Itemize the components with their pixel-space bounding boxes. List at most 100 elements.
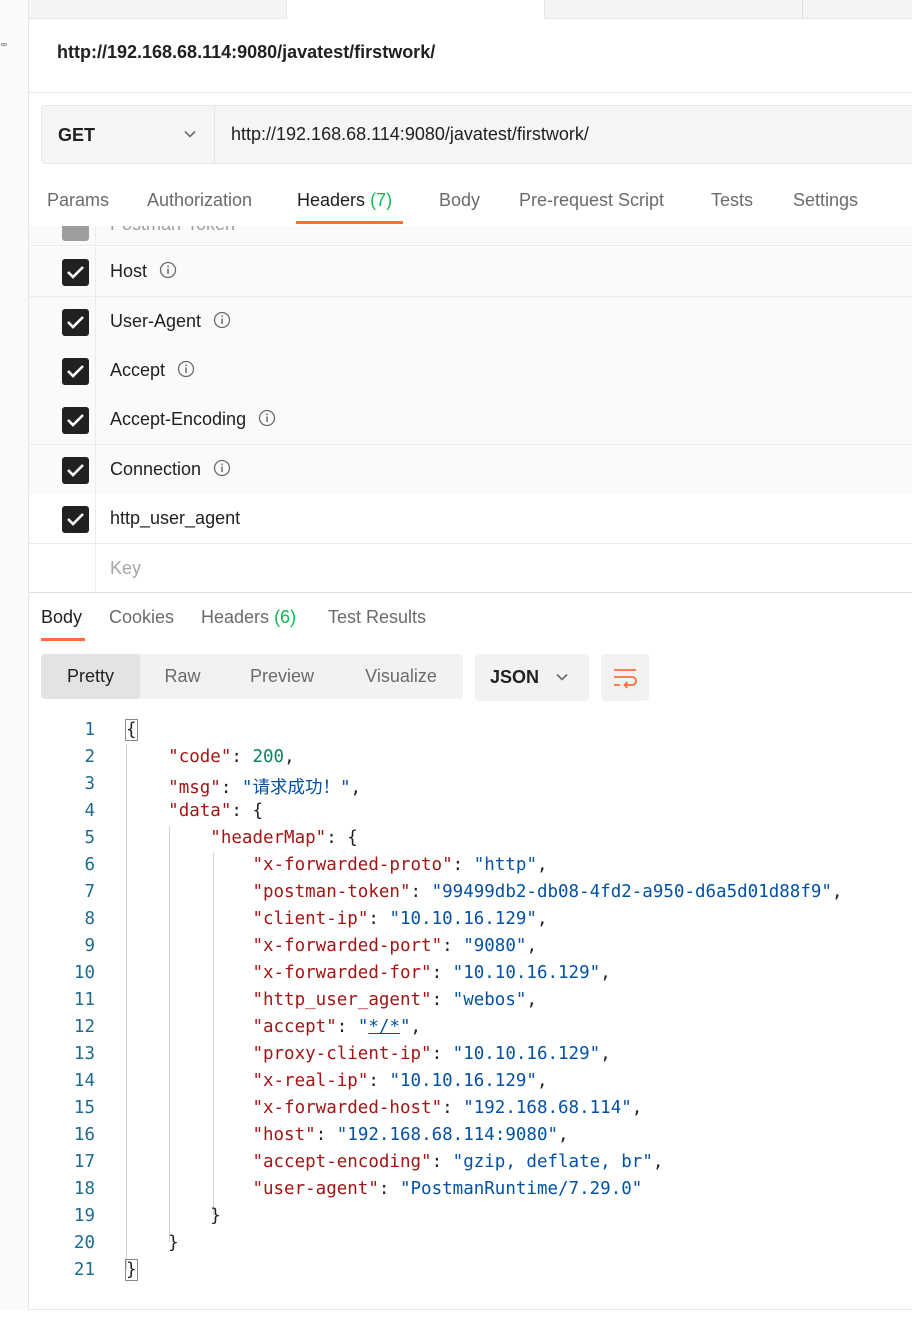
- line-number: 3: [84, 774, 95, 794]
- response-tab-test-results[interactable]: Test Results: [328, 607, 426, 628]
- line-number: 10: [73, 963, 95, 983]
- tab-authorization[interactable]: Authorization: [147, 190, 252, 211]
- checkbox-cell: [29, 346, 96, 395]
- checkbox-cell: [29, 544, 96, 592]
- divider: [29, 1309, 912, 1310]
- url-input[interactable]: http://192.168.68.114:9080/javatest/firs…: [231, 124, 589, 145]
- header-key-label[interactable]: Accept: [110, 360, 165, 380]
- json-value: 10.10.16.129: [399, 1071, 527, 1091]
- checkbox-checked-icon[interactable]: [62, 259, 89, 286]
- response-body-code[interactable]: 1 2 3 4 5 6 7 8 9 10 11 12 13 14 15 16 1…: [29, 716, 912, 1296]
- view-mode-preview[interactable]: Preview: [234, 654, 330, 699]
- code-line: "msg": "请求成功！",: [168, 778, 362, 798]
- header-map-entry: "proxy-client-ip": "10.10.16.129",: [252, 1044, 611, 1064]
- header-key: Connection: [110, 459, 231, 480]
- header-key-label[interactable]: Accept-Encoding: [110, 409, 246, 429]
- header-row: Accept: [29, 346, 912, 396]
- more-icon[interactable]: °°: [0, 40, 7, 54]
- format-select[interactable]: JSON: [475, 654, 589, 701]
- code-line: }: [125, 1259, 138, 1281]
- divider: [29, 592, 912, 593]
- json-value-link[interactable]: PostmanRuntime/7.29.0: [411, 1179, 632, 1199]
- json-key: postman-token: [262, 882, 400, 902]
- json-key: x-forwarded-host: [262, 1098, 432, 1118]
- code-line: {: [125, 719, 138, 741]
- json-key: x-real-ip: [262, 1071, 358, 1091]
- info-icon[interactable]: [258, 409, 276, 427]
- response-tab-body[interactable]: Body: [41, 607, 82, 628]
- chevron-down-icon: [184, 130, 196, 138]
- header-key[interactable]: Postman-Token: [110, 226, 235, 235]
- line-number: 16: [73, 1125, 95, 1145]
- header-key-label[interactable]: User-Agent: [110, 311, 201, 331]
- method-label: GET: [58, 125, 96, 145]
- header-map-entry: "user-agent": "PostmanRuntime/7.29.0": [252, 1179, 643, 1199]
- json-value-msg: 请求成功！: [252, 778, 340, 798]
- line-number: 18: [73, 1179, 95, 1199]
- line-number: 2: [84, 747, 95, 767]
- checkbox-checked-icon[interactable]: [62, 407, 89, 434]
- header-row: Host: [29, 247, 912, 297]
- line-number: 13: [73, 1044, 95, 1064]
- json-value: 10.10.16.129: [463, 1044, 590, 1064]
- header-key-label[interactable]: Host: [110, 261, 147, 281]
- checkbox-checked-icon[interactable]: [62, 309, 89, 336]
- code-line: "data": {: [168, 801, 263, 821]
- json-value-link[interactable]: */*: [368, 1017, 400, 1037]
- tab-tests[interactable]: Tests: [711, 190, 753, 211]
- code-line: "code": 200,: [168, 747, 295, 767]
- view-mode-group: Pretty Raw Preview Visualize: [41, 654, 463, 699]
- checkbox-checked-icon[interactable]: [62, 506, 89, 533]
- wrap-lines-button[interactable]: [601, 654, 649, 701]
- line-number: 9: [84, 936, 95, 956]
- line-number: 5: [84, 828, 95, 848]
- tab-headers-count: (7): [370, 190, 393, 210]
- header-map-entry: "x-forwarded-proto": "http",: [252, 855, 548, 875]
- json-value: 10.10.16.129: [399, 909, 527, 929]
- header-map-entry: "x-real-ip": "10.10.16.129",: [252, 1071, 548, 1091]
- header-row: Accept-Encoding: [29, 395, 912, 445]
- info-icon[interactable]: [213, 311, 231, 329]
- method-select[interactable]: GET: [42, 106, 215, 163]
- new-header-key-input[interactable]: Key: [110, 558, 141, 579]
- json-key: accept-encoding: [262, 1152, 422, 1172]
- view-mode-pretty[interactable]: Pretty: [41, 654, 140, 699]
- checkbox-cell: [29, 297, 96, 346]
- checkbox-checked-icon[interactable]: [62, 457, 89, 484]
- header-row-new: Key: [29, 544, 912, 592]
- view-mode-raw[interactable]: Raw: [145, 654, 220, 699]
- request-title[interactable]: http://192.168.68.114:9080/javatest/firs…: [57, 42, 435, 63]
- json-key: host: [262, 1125, 306, 1145]
- response-tab-cookies[interactable]: Cookies: [109, 607, 174, 628]
- header-row: Connection: [29, 445, 912, 495]
- header-map-entry: "accept": "*/*",: [252, 1017, 422, 1037]
- headers-table: Postman-Token Host User-Agent Accept Acc…: [29, 226, 912, 592]
- active-request-tab[interactable]: [286, 0, 545, 19]
- line-number: 14: [73, 1071, 95, 1091]
- response-tab-headers[interactable]: Headers (6): [201, 607, 296, 628]
- url-bar: GET http://192.168.68.114:9080/javatest/…: [41, 105, 912, 164]
- checkbox-cell: [29, 494, 96, 543]
- view-mode-visualize[interactable]: Visualize: [346, 654, 456, 699]
- line-number: 17: [73, 1152, 95, 1172]
- header-key-label[interactable]: Connection: [110, 459, 201, 479]
- info-icon[interactable]: [213, 459, 231, 477]
- checkbox-checked-icon[interactable]: [62, 226, 89, 241]
- info-icon[interactable]: [177, 360, 195, 378]
- line-number: 8: [84, 909, 95, 929]
- header-map-entry: "accept-encoding": "gzip, deflate, br",: [252, 1152, 664, 1172]
- code-line: "headerMap": {: [210, 828, 358, 848]
- header-key[interactable]: http_user_agent: [110, 508, 240, 529]
- tab-headers[interactable]: Headers (7): [297, 190, 392, 211]
- json-key: x-forwarded-proto: [262, 855, 443, 875]
- json-value: 9080: [473, 936, 516, 956]
- info-icon[interactable]: [159, 261, 177, 279]
- tab-settings[interactable]: Settings: [793, 190, 858, 211]
- checkbox-cell: [29, 445, 96, 494]
- tab-params[interactable]: Params: [47, 190, 109, 211]
- tab-pre-request-script[interactable]: Pre-request Script: [519, 190, 664, 211]
- line-number: 4: [84, 801, 95, 821]
- checkbox-checked-icon[interactable]: [62, 358, 89, 385]
- tab-separator: [802, 0, 803, 19]
- tab-body[interactable]: Body: [439, 190, 480, 211]
